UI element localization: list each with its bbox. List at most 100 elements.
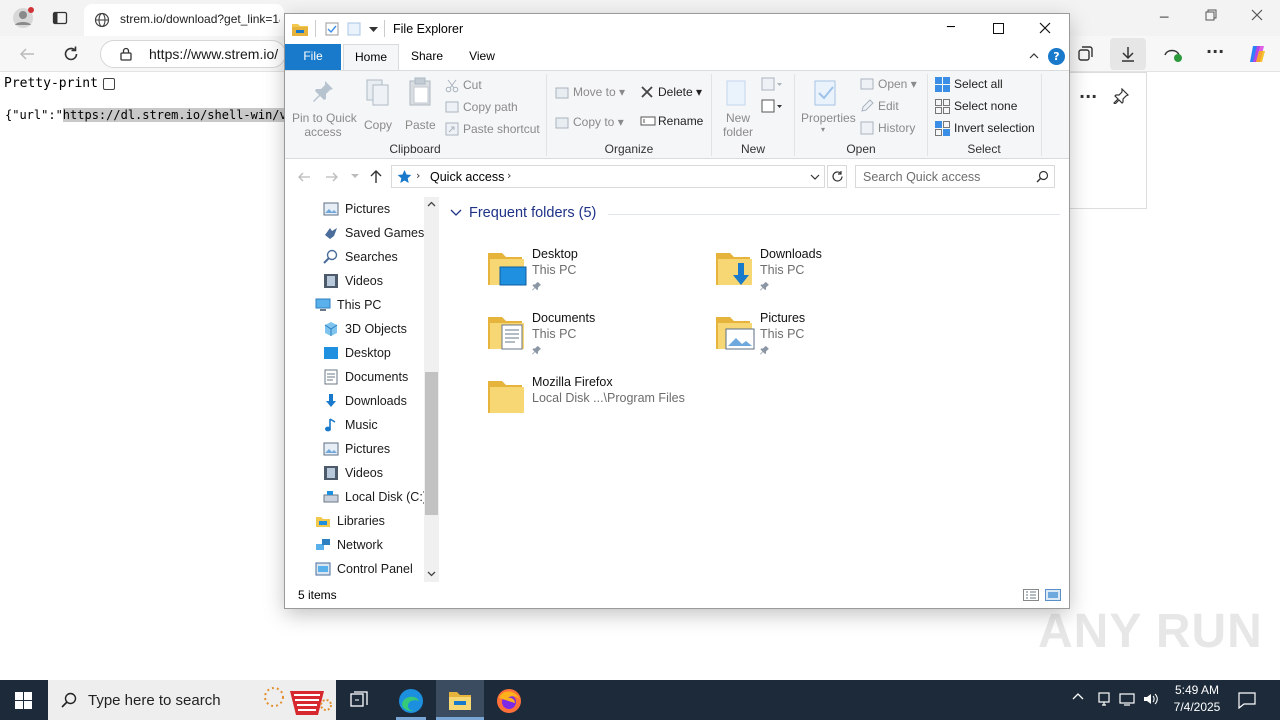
profile-avatar[interactable] xyxy=(12,7,34,29)
tree-item-desktop[interactable]: Desktop xyxy=(323,341,391,365)
nav-up-icon[interactable] xyxy=(369,169,383,184)
new-folder-quick-icon[interactable] xyxy=(347,22,361,36)
new-item-icon[interactable] xyxy=(761,77,783,93)
tree-item-videos[interactable]: Videos xyxy=(323,461,383,485)
nav-forward-icon[interactable] xyxy=(325,170,339,184)
invert-selection-button[interactable]: Invert selection xyxy=(954,121,1035,135)
folder-tile-mozilla-firefox[interactable]: Mozilla Firefox Local Disk ...\Program F… xyxy=(486,369,746,425)
open-button[interactable]: Open ▾ xyxy=(878,77,917,91)
tab-file[interactable]: File xyxy=(285,44,341,70)
scroll-thumb[interactable] xyxy=(425,372,438,515)
pretty-print-toggle[interactable]: Pretty-print xyxy=(4,76,115,91)
more-options-icon[interactable]: ··· xyxy=(1206,42,1224,61)
easy-access-icon[interactable] xyxy=(761,99,783,115)
details-view-icon[interactable] xyxy=(1023,589,1039,601)
copy-button[interactable]: Copy xyxy=(364,118,392,132)
tree-item-network[interactable]: Network xyxy=(315,533,383,557)
recent-locations-icon[interactable] xyxy=(351,174,359,179)
notification-icon[interactable] xyxy=(1238,691,1256,709)
downloads-button[interactable] xyxy=(1110,38,1146,70)
volume-icon[interactable] xyxy=(1142,691,1160,707)
tree-item-3d-objects[interactable]: 3D Objects xyxy=(323,317,407,341)
taskbar-firefox-button[interactable] xyxy=(486,680,532,720)
pin-quick-access-button[interactable]: Pin to Quick access xyxy=(292,111,357,139)
tree-item-searches[interactable]: Searches xyxy=(323,245,398,269)
large-icons-view-icon[interactable] xyxy=(1045,589,1061,601)
move-to-button[interactable]: Move to ▾ xyxy=(573,85,625,99)
copilot-icon[interactable] xyxy=(1247,43,1269,65)
task-view-icon[interactable] xyxy=(350,691,370,709)
tab-home[interactable]: Home xyxy=(343,44,399,71)
paste-shortcut-button[interactable]: Paste shortcut xyxy=(463,122,540,136)
explorer-close-button[interactable] xyxy=(1039,22,1051,34)
tree-item-control-panel[interactable]: Control Panel xyxy=(315,557,413,581)
explorer-address-bar[interactable]: › Quick access › xyxy=(391,165,825,188)
explorer-title-bar: File Explorer ─ xyxy=(285,14,1069,44)
tree-item-saved-games[interactable]: Saved Games xyxy=(323,221,424,245)
show-hidden-icons[interactable] xyxy=(1072,692,1084,700)
tree-item-pictures[interactable]: Pictures xyxy=(323,437,390,461)
browser-restore-button[interactable] xyxy=(1205,9,1217,21)
back-icon[interactable] xyxy=(18,45,36,63)
scroll-up-icon[interactable] xyxy=(427,201,436,207)
tree-item-documents[interactable]: Documents xyxy=(323,365,408,389)
browser-tab-active[interactable]: strem.io/download?get_link=1&p xyxy=(84,4,284,36)
tree-item-music[interactable]: Music xyxy=(323,413,378,437)
clock-time[interactable]: 5:49 AM xyxy=(1168,683,1226,697)
tab-share[interactable]: Share xyxy=(401,44,453,70)
folder-tile-downloads[interactable]: Downloads This PC xyxy=(714,241,934,297)
windows-start-icon[interactable] xyxy=(15,692,32,709)
frequent-folders-header[interactable]: Frequent folders (5) xyxy=(450,205,596,221)
edit-button[interactable]: Edit xyxy=(878,99,899,113)
explorer-minimize-button[interactable]: ─ xyxy=(947,20,955,35)
explorer-maximize-button[interactable] xyxy=(993,23,1004,34)
collections-icon[interactable] xyxy=(1076,45,1094,63)
taskbar-edge-button[interactable] xyxy=(388,680,434,720)
rename-button[interactable]: Rename xyxy=(658,114,703,128)
properties-quick-icon[interactable] xyxy=(325,22,339,36)
tree-item-videos-user[interactable]: Videos xyxy=(323,269,383,293)
scroll-down-icon[interactable] xyxy=(427,571,436,577)
pretty-print-checkbox[interactable] xyxy=(102,77,115,90)
folder-tile-pictures[interactable]: Pictures This PC xyxy=(714,305,934,361)
copy-path-button[interactable]: Copy path xyxy=(463,100,518,114)
select-all-button[interactable]: Select all xyxy=(954,77,1003,91)
nav-back-icon[interactable] xyxy=(297,170,311,184)
browser-close-button[interactable] xyxy=(1250,8,1264,22)
downloads-more-icon[interactable]: ··· xyxy=(1079,87,1097,106)
paste-button[interactable]: Paste xyxy=(405,118,436,132)
new-folder-button[interactable]: New folder xyxy=(722,111,754,139)
folder-tile-documents[interactable]: Documents This PC xyxy=(486,305,706,361)
clock-date[interactable]: 7/4/2025 xyxy=(1168,700,1226,714)
delete-button[interactable]: Delete ▾ xyxy=(658,85,702,99)
performance-icon[interactable] xyxy=(1163,45,1183,63)
display-icon[interactable] xyxy=(1119,691,1135,707)
cut-button[interactable]: Cut xyxy=(463,78,482,92)
tree-item-downloads[interactable]: Downloads xyxy=(323,389,407,413)
help-icon[interactable]: ? xyxy=(1048,48,1065,65)
refresh-button[interactable] xyxy=(827,165,847,188)
taskbar-explorer-button[interactable] xyxy=(436,680,484,720)
tab-view[interactable]: View xyxy=(455,44,509,70)
tree-item-libraries[interactable]: Libraries xyxy=(315,509,385,533)
taskbar-search-box[interactable]: Type here to search xyxy=(48,680,336,720)
explorer-search-input[interactable]: Search Quick access xyxy=(855,165,1055,188)
address-dropdown-icon[interactable] xyxy=(810,174,820,180)
network-status-icon[interactable] xyxy=(1096,691,1112,707)
tree-item-this-pc[interactable]: This PC xyxy=(315,293,381,317)
tree-item-local-disk[interactable]: Local Disk (C:) xyxy=(323,485,427,509)
history-button[interactable]: History xyxy=(878,121,915,135)
copy-to-button[interactable]: Copy to ▾ xyxy=(573,115,624,129)
folder-tile-desktop[interactable]: Desktop This PC xyxy=(486,241,706,297)
browser-minimize-button[interactable]: ─ xyxy=(1160,10,1168,26)
tab-actions-icon[interactable] xyxy=(52,10,68,26)
pin-panel-icon[interactable] xyxy=(1113,88,1129,104)
select-none-button[interactable]: Select none xyxy=(954,99,1017,113)
customize-quick-access-icon[interactable] xyxy=(369,27,378,33)
navigation-scrollbar[interactable] xyxy=(424,197,439,582)
refresh-icon[interactable] xyxy=(62,45,80,63)
address-bar[interactable]: https://www.strem.io/ xyxy=(100,40,286,68)
tree-item-pictures-user[interactable]: Pictures xyxy=(323,197,390,221)
collapse-ribbon-icon[interactable] xyxy=(1029,52,1039,59)
properties-button[interactable]: Properties xyxy=(801,111,856,125)
